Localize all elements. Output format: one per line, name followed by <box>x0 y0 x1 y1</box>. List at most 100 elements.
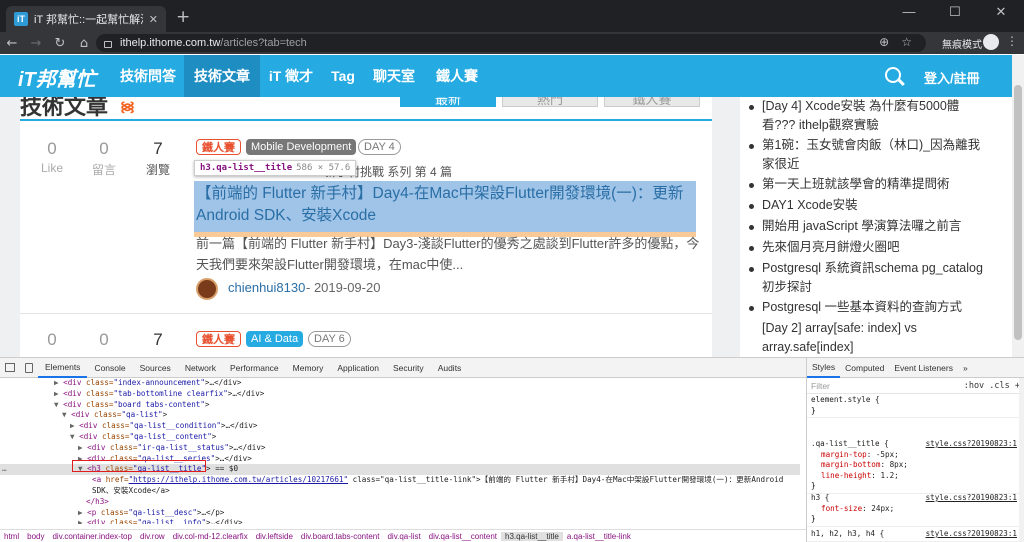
tag-day[interactable]: DAY 6 <box>308 331 351 347</box>
tab-hot[interactable]: 熱門 <box>502 97 598 107</box>
site-logo[interactable]: iT邦幫忙 <box>18 63 96 92</box>
browser-menu-icon[interactable]: ⋮ <box>1006 34 1018 48</box>
nav-articles[interactable]: 技術文章 <box>184 55 260 97</box>
tab-application[interactable]: Application <box>330 358 386 378</box>
tab-audits[interactable]: Audits <box>431 358 469 378</box>
new-tab-icon[interactable]: + <box>176 7 190 27</box>
breadcrumb-item[interactable]: a.qa-list__title-link <box>563 532 635 541</box>
breadcrumb-item[interactable]: div.row <box>136 532 169 541</box>
breadcrumb-item[interactable]: body <box>23 532 48 541</box>
styles-scrollbar[interactable] <box>1019 378 1024 542</box>
sidebar-item[interactable]: Postgresql 系統資訊schema pg_catalog 初步探討 <box>749 259 992 298</box>
dom-node[interactable]: ▶ <p class="qa-list__desc">…</p> <box>0 508 800 519</box>
dom-node[interactable]: ▶ <div class="qa-list__info">…</div> <box>0 518 800 524</box>
tab-memory[interactable]: Memory <box>286 358 331 378</box>
sidebar-item[interactable]: 開始用 javaScript 學演算法囉之前言 <box>749 217 992 236</box>
tab-ironman[interactable]: 鐵人賽 <box>604 97 700 107</box>
search-icon[interactable] <box>885 67 901 83</box>
article-title-link[interactable]: 【前端的 Flutter 新手村】Day4-在Mac中架設Flutter開發環境… <box>196 183 696 226</box>
forward-icon[interactable]: → <box>24 36 48 51</box>
sidebar-item[interactable]: [Day 4] Xcode安裝 為什麼有5000體看??? ithelp觀察實驗 <box>749 97 992 136</box>
dom-node[interactable]: </h3> <box>0 497 800 508</box>
nav-ironman[interactable]: 鐵人賽 <box>424 55 490 97</box>
rule-source-link[interactable]: style.css?20190823:1 <box>926 439 1017 450</box>
tag-day[interactable]: DAY 4 <box>358 139 401 155</box>
scrollbar-thumb[interactable] <box>1014 85 1022 340</box>
breadcrumb-item[interactable]: div.qa-list__content <box>425 532 501 541</box>
rule-source-link[interactable]: style.css?20190823:1 <box>926 493 1017 504</box>
nav-chat[interactable]: 聊天室 <box>364 55 424 97</box>
dom-node[interactable]: ▶ <div class="qa-list__condition">…</div… <box>0 421 800 432</box>
tab-console[interactable]: Console <box>87 358 132 378</box>
nav-jobs[interactable]: iT 徵才 <box>260 55 322 97</box>
style-property[interactable]: line-height: 1.2; <box>811 471 1015 482</box>
dom-node[interactable]: ▼ <div class="board tabs-content"> <box>0 400 800 411</box>
window-close-icon[interactable]: ✕ <box>978 4 1024 20</box>
maximize-icon[interactable]: ☐ <box>932 4 978 20</box>
dom-node[interactable]: ▼ <div class="qa-list"> <box>0 410 800 421</box>
style-property[interactable]: font-size: 24px; <box>811 504 1015 515</box>
style-rule[interactable]: .qa-list__title {style.css?20190823:1 mar… <box>807 438 1019 494</box>
minimize-icon[interactable]: — <box>886 4 932 19</box>
address-bar[interactable]: ithelp.ithome.com.tw/articles?tab=tech ⊕… <box>96 34 926 52</box>
style-property[interactable]: margin-bottom: 8px; <box>811 460 1015 471</box>
style-rule[interactable]: element.style {} <box>807 394 1019 418</box>
dom-node[interactable]: <a href="https://ithelp.ithome.com.tw/ar… <box>0 475 800 486</box>
bookmark-star-icon[interactable]: ☆ <box>901 35 912 49</box>
tab-security[interactable]: Security <box>386 358 431 378</box>
breadcrumb-item[interactable]: div.qa-list <box>383 532 424 541</box>
dom-node[interactable]: ▶ <div class="index-announcement">…</div… <box>0 378 800 389</box>
reload-icon[interactable]: ↻ <box>48 36 72 51</box>
dom-node[interactable]: ▶ <div class="tab-bottomline clearfix">…… <box>0 389 800 400</box>
tag-ironman[interactable]: 鐵人賽 <box>196 331 241 347</box>
more-tabs-icon[interactable]: » <box>958 358 973 378</box>
page-scrollbar[interactable] <box>1012 55 1024 357</box>
inspect-element-icon[interactable] <box>5 363 15 372</box>
sidebar-item[interactable]: 第1碗：玉女號會肉飯（林口)_因為離我家很近 <box>749 136 992 175</box>
breadcrumb-item[interactable]: h3.qa-list__title <box>501 532 563 541</box>
tab-computed[interactable]: Computed <box>840 358 889 378</box>
tab-latest[interactable]: 最新 <box>400 97 496 107</box>
breadcrumb-item[interactable]: div.leftside <box>252 532 297 541</box>
tag-ironman[interactable]: 鐵人賽 <box>196 139 241 155</box>
sidebar-item[interactable]: 第一天上班就該學會的精準提問術 <box>749 175 992 194</box>
browser-tab[interactable]: iT iT 邦幫忙::一起幫忙解決難題，拯 ✕ <box>6 6 166 32</box>
nav-qa[interactable]: 技術問答 <box>112 55 184 97</box>
dom-node[interactable]: SDK、安裝Xcode</a> <box>0 486 800 497</box>
sidebar-item[interactable]: 先來個月亮月餅燈火圈吧 <box>749 238 992 257</box>
style-property[interactable]: margin-top: -5px; <box>811 450 1015 461</box>
device-toolbar-icon[interactable] <box>25 362 33 373</box>
avatar[interactable] <box>196 278 218 300</box>
breadcrumb-item[interactable]: div.board.tabs-content <box>297 532 384 541</box>
tag-category[interactable]: AI & Data <box>246 331 304 347</box>
styles-tabbar: Styles Computed Event Listeners » <box>807 358 1024 378</box>
tab-styles[interactable]: Styles <box>807 358 841 378</box>
tag-category[interactable]: Mobile Development <box>246 139 357 155</box>
author-link[interactable]: chienhui8130 <box>228 280 305 295</box>
dom-node[interactable]: ▼ <div class="qa-list__content"> <box>0 432 800 443</box>
style-rule[interactable]: h1, h2, h3, h4 {style.css?20190823:1 <box>807 528 1019 542</box>
styles-filter[interactable]: Filter:hov .cls + <box>807 378 1024 394</box>
tab-close-icon[interactable]: ✕ <box>149 13 158 26</box>
tab-performance[interactable]: Performance <box>223 358 286 378</box>
tab-sources[interactable]: Sources <box>133 358 178 378</box>
back-icon[interactable]: ← <box>0 36 24 51</box>
rss-icon[interactable]: ᯼ <box>120 97 138 115</box>
home-icon[interactable]: ⌂ <box>72 36 96 51</box>
breadcrumb-item[interactable]: html <box>0 532 23 541</box>
sidebar-item[interactable]: Postgresql 一些基本資料的查詢方式 <box>749 298 992 317</box>
tab-event-listeners[interactable]: Event Listeners <box>889 358 958 378</box>
dom-node[interactable]: ▶ <div class="ir-qa-list__status">…</div… <box>0 443 800 454</box>
rule-source-link[interactable]: style.css?20190823:1 <box>926 529 1017 540</box>
login-link[interactable]: 登入/註冊 <box>924 68 980 87</box>
breadcrumb-item[interactable]: div.col-md-12.clearfix <box>169 532 252 541</box>
zoom-icon[interactable]: ⊕ <box>879 35 889 49</box>
tab-elements[interactable]: Elements <box>38 358 88 378</box>
sidebar-item[interactable]: DAY1 Xcode安裝 <box>749 196 992 215</box>
sidebar-item[interactable]: [Day 2] array[safe: index] vs array.safe… <box>762 319 992 357</box>
style-rule[interactable]: h3 {style.css?20190823:1 font-size: 24px;… <box>807 492 1019 527</box>
nav-tag[interactable]: Tag <box>322 55 364 97</box>
breadcrumb-item[interactable]: div.container.index-top <box>48 532 135 541</box>
tab-network[interactable]: Network <box>178 358 223 378</box>
incognito-icon[interactable] <box>983 34 999 50</box>
